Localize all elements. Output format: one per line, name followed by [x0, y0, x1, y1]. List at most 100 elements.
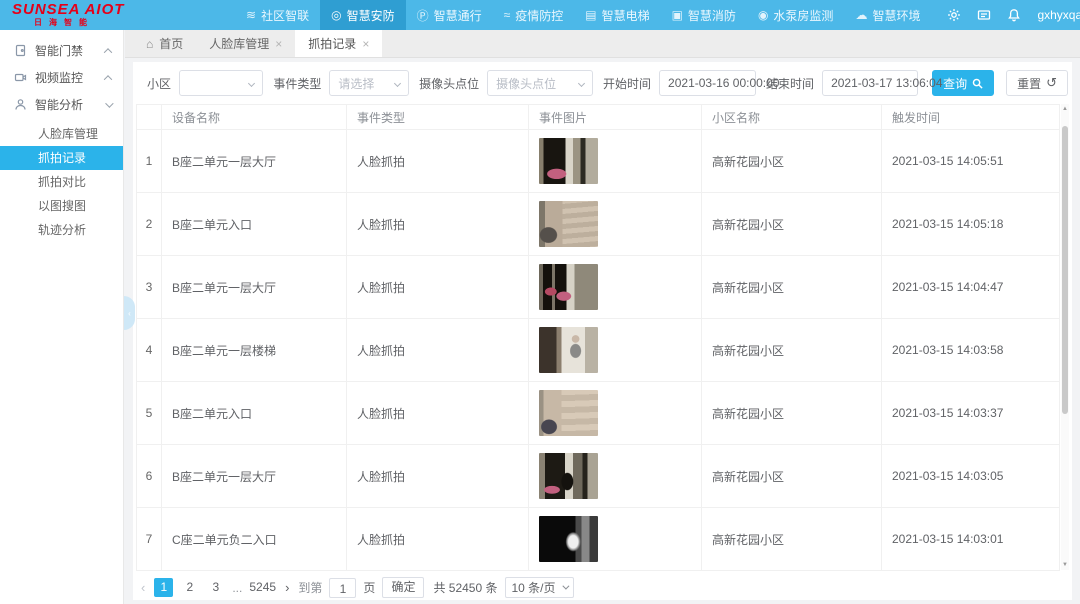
row-index: 6	[137, 445, 162, 508]
nav-item-access[interactable]: Ⓟ 智慧通行	[406, 0, 493, 30]
total-count: 共 52450 条	[433, 579, 497, 596]
camera-select[interactable]: 摄像头点位	[487, 70, 593, 96]
tab-face-library[interactable]: 人脸库管理 ×	[196, 30, 295, 57]
topbar-right: gxhyxqadmin	[931, 0, 1080, 30]
sidebar-group-smart-analysis[interactable]: 智能分析	[0, 91, 123, 118]
page-button-2[interactable]: 2	[180, 578, 199, 597]
sidebar-item-capture-records[interactable]: 抓拍记录	[0, 146, 123, 170]
goto-page-suffix: 页	[363, 579, 375, 596]
device-name-cell: B座二单元一层楼梯	[162, 319, 347, 382]
camera-select-value: 摄像头点位	[496, 75, 556, 92]
table-row: 1 B座二单元一层大厅 人脸抓拍 高新花园小区 2021-03-15 14:05…	[137, 130, 1060, 193]
start-time-input[interactable]: 2021-03-16 00:00:00	[659, 70, 756, 96]
event-type-cell: 人脸抓拍	[347, 256, 529, 319]
door-lock-icon	[14, 44, 27, 57]
community-cell: 高新花园小区	[702, 319, 882, 382]
main-content: ⌂ 首页 人脸库管理 × 抓拍记录 × 小区 事件类型 请选择 摄像头点位	[125, 30, 1080, 604]
trigger-time-cell: 2021-03-15 14:03:05	[882, 445, 1060, 508]
gear-icon[interactable]	[947, 8, 961, 22]
community-select[interactable]	[179, 70, 263, 96]
tab-label: 首页	[159, 35, 183, 52]
col-header-index	[137, 105, 162, 130]
event-image-cell	[529, 256, 702, 319]
bell-icon[interactable]	[1007, 8, 1021, 22]
scroll-down-icon[interactable]: ▼	[1061, 560, 1069, 570]
nav-item-elevator[interactable]: ▤ 智慧电梯	[574, 0, 660, 30]
community-label: 小区	[147, 75, 171, 92]
records-table: 设备名称 事件类型 事件图片 小区名称 触发时间 1 B座二单元一层大厅 人脸抓…	[136, 104, 1060, 571]
page-size-value: 10 条/页	[512, 579, 556, 596]
table-row: 3 B座二单元一层大厅 人脸抓拍 高新花园小区 2021-03-15 14:04…	[137, 256, 1060, 319]
page-size-select[interactable]: 10 条/页	[505, 577, 574, 598]
nav-item-epidemic[interactable]: ≈ 疫情防控	[493, 0, 575, 30]
tab-home[interactable]: ⌂ 首页	[133, 30, 196, 57]
chevron-down-icon	[562, 583, 569, 590]
search-button-label: 查询	[943, 75, 967, 92]
event-image-cell	[529, 445, 702, 508]
scroll-up-icon[interactable]: ▲	[1061, 104, 1069, 114]
environment-icon: ☁	[855, 8, 867, 22]
page-button-last[interactable]: 5245	[249, 578, 276, 597]
nav-item-fire[interactable]: ▣ 智慧消防	[661, 0, 747, 30]
page-button-1[interactable]: 1	[154, 578, 173, 597]
goto-page-input[interactable]: 1	[329, 578, 356, 598]
event-snapshot[interactable]	[539, 201, 598, 247]
page-button-3[interactable]: 3	[206, 578, 225, 597]
person-icon	[14, 98, 27, 111]
table-row: 2 B座二单元入口 人脸抓拍 高新花园小区 2021-03-15 14:05:1…	[137, 193, 1060, 256]
event-snapshot[interactable]	[539, 453, 598, 499]
message-icon[interactable]	[977, 8, 991, 22]
table-scrollbar[interactable]: ▲ ▼	[1061, 104, 1069, 570]
device-name-cell: B座二单元一层大厅	[162, 256, 347, 319]
row-index: 4	[137, 319, 162, 382]
event-type-select[interactable]: 请选择	[329, 70, 409, 96]
start-time-value: 2021-03-16 00:00:00	[668, 76, 779, 90]
scrollbar-thumb[interactable]	[1062, 126, 1068, 414]
event-snapshot[interactable]	[539, 390, 598, 436]
event-image-cell	[529, 130, 702, 193]
top-nav: ≋ 社区智联 ◎ 智慧安防 Ⓟ 智慧通行 ≈ 疫情防控 ▤ 智慧电梯 ▣ 智慧消…	[235, 0, 931, 30]
goto-confirm-button[interactable]: 确定	[382, 577, 424, 598]
nav-item-label: 水泵房监测	[773, 7, 833, 24]
nav-item-security[interactable]: ◎ 智慧安防	[320, 0, 406, 30]
sidebar-item-face-library[interactable]: 人脸库管理	[0, 122, 123, 146]
end-time-input[interactable]: 2021-03-17 13:06:04	[822, 70, 918, 96]
col-header-trigger-time: 触发时间	[882, 105, 1060, 130]
user-menu[interactable]: gxhyxqadmin	[1037, 8, 1080, 22]
row-index: 3	[137, 256, 162, 319]
page-ellipsis: ...	[232, 581, 242, 595]
reset-button[interactable]: 重置 ↺	[1006, 70, 1068, 96]
tab-capture-records[interactable]: 抓拍记录 ×	[295, 30, 382, 57]
event-type-cell: 人脸抓拍	[347, 193, 529, 256]
nav-item-label: 智慧安防	[347, 7, 395, 24]
table-row: 4 B座二单元一层楼梯 人脸抓拍 高新花园小区 2021-03-15 14:03…	[137, 319, 1060, 382]
event-image-cell	[529, 508, 702, 571]
security-icon: ◎	[331, 8, 341, 22]
event-type-cell: 人脸抓拍	[347, 130, 529, 193]
nav-item-pump[interactable]: ◉ 水泵房监测	[747, 0, 845, 30]
sidebar-group-label: 智能门禁	[35, 42, 83, 59]
sidebar-item-capture-compare[interactable]: 抓拍对比	[0, 170, 123, 194]
event-snapshot[interactable]	[539, 516, 598, 562]
event-snapshot[interactable]	[539, 138, 598, 184]
event-snapshot[interactable]	[539, 264, 598, 310]
records-table-wrap: 设备名称 事件类型 事件图片 小区名称 触发时间 1 B座二单元一层大厅 人脸抓…	[136, 104, 1069, 571]
sidebar-group-door-access[interactable]: 智能门禁	[0, 37, 123, 64]
sidebar-group-video-monitor[interactable]: 视频监控	[0, 64, 123, 91]
sidebar-item-track-analysis[interactable]: 轨迹分析	[0, 218, 123, 242]
prev-page-button[interactable]: ‹	[139, 580, 147, 595]
event-snapshot[interactable]	[539, 327, 598, 373]
epidemic-icon: ≈	[504, 8, 511, 22]
topbar: SUNSEA AIOT 日海智能 ≋ 社区智联 ◎ 智慧安防 Ⓟ 智慧通行 ≈ …	[0, 0, 1080, 30]
nav-item-environment[interactable]: ☁ 智慧环境	[844, 0, 931, 30]
col-header-device: 设备名称	[162, 105, 347, 130]
next-page-button[interactable]: ›	[283, 580, 291, 595]
reset-icon: ↺	[1046, 75, 1057, 91]
sidebar-item-image-search[interactable]: 以图搜图	[0, 194, 123, 218]
sidebar: 智能门禁 视频监控 智能分析 人脸库管理 抓拍记录 抓拍对比 以图搜图 轨迹分析	[0, 30, 124, 604]
close-icon[interactable]: ×	[275, 37, 282, 51]
close-icon[interactable]: ×	[362, 37, 369, 51]
nav-item-community[interactable]: ≋ 社区智联	[235, 0, 320, 30]
device-name-cell: C座二单元负二入口	[162, 508, 347, 571]
chevron-down-icon	[105, 99, 113, 107]
